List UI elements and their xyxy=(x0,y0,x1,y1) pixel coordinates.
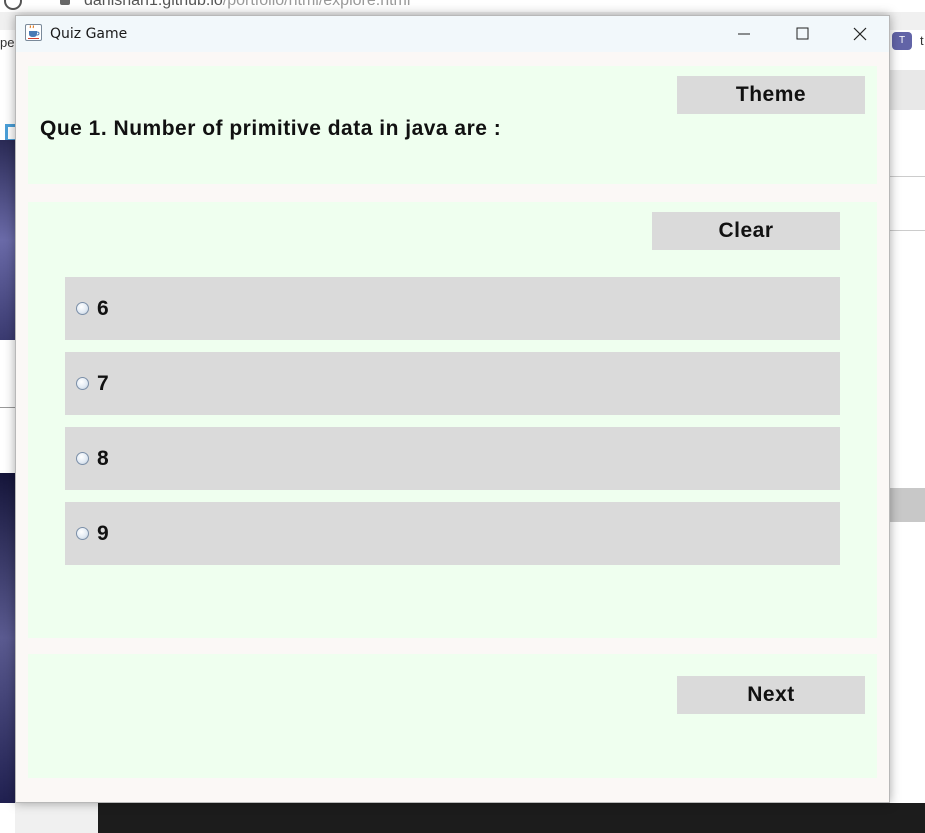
background-image xyxy=(0,140,15,340)
radio-button[interactable] xyxy=(76,377,89,390)
option-item[interactable]: 8 xyxy=(65,427,840,490)
browser-address-bar: danishan1.github.io/portfolio/html/explo… xyxy=(0,0,925,12)
option-label: 7 xyxy=(97,372,109,395)
quiz-game-window: Quiz Game Theme Que 1. Number of primiti… xyxy=(15,15,890,803)
background-band xyxy=(890,70,925,110)
window-title: Quiz Game xyxy=(50,26,128,42)
minimize-icon xyxy=(738,33,750,35)
close-button[interactable] xyxy=(831,16,889,52)
next-button[interactable]: Next xyxy=(677,676,865,714)
option-item[interactable]: 6 xyxy=(65,277,840,340)
option-item[interactable]: 7 xyxy=(65,352,840,415)
background-band xyxy=(890,488,925,522)
background-right-page: T t xyxy=(890,30,925,833)
radio-button[interactable] xyxy=(76,302,89,315)
option-label: 8 xyxy=(97,447,109,470)
background-divider xyxy=(890,176,925,177)
maximize-button[interactable] xyxy=(773,16,831,52)
browser-url[interactable]: danishan1.github.io/portfolio/html/explo… xyxy=(84,0,410,10)
url-host: danishan1.github.io xyxy=(84,0,223,9)
option-item[interactable]: 9 xyxy=(65,502,840,565)
background-right-text: t xyxy=(920,33,924,48)
lock-icon xyxy=(60,0,70,5)
option-label: 9 xyxy=(97,522,109,545)
background-left-text: pe xyxy=(0,35,15,50)
maximize-icon xyxy=(796,27,809,40)
url-path: /portfolio/html/explore.html xyxy=(222,0,411,9)
background-divider xyxy=(0,407,15,408)
question-panel: Theme Que 1. Number of primitive data in… xyxy=(28,66,877,184)
title-bar[interactable]: Quiz Game xyxy=(16,16,889,52)
java-coffee-icon xyxy=(25,24,42,41)
teams-icon[interactable]: T xyxy=(892,32,912,50)
footer-panel: Next xyxy=(28,654,877,778)
clear-button[interactable]: Clear xyxy=(652,212,840,250)
radio-button[interactable] xyxy=(76,452,89,465)
question-text: Que 1. Number of primitive data in java … xyxy=(40,117,502,140)
reload-icon[interactable] xyxy=(4,0,22,10)
close-icon xyxy=(853,27,867,41)
background-divider xyxy=(890,230,925,231)
background-taskbar xyxy=(98,803,925,833)
minimize-button[interactable] xyxy=(715,16,773,52)
theme-button[interactable]: Theme xyxy=(677,76,865,114)
background-left-page: pe xyxy=(0,30,15,833)
radio-button[interactable] xyxy=(76,527,89,540)
background-image xyxy=(0,473,15,803)
options-panel: Clear 6 7 8 9 xyxy=(28,202,877,638)
option-label: 6 xyxy=(97,297,109,320)
